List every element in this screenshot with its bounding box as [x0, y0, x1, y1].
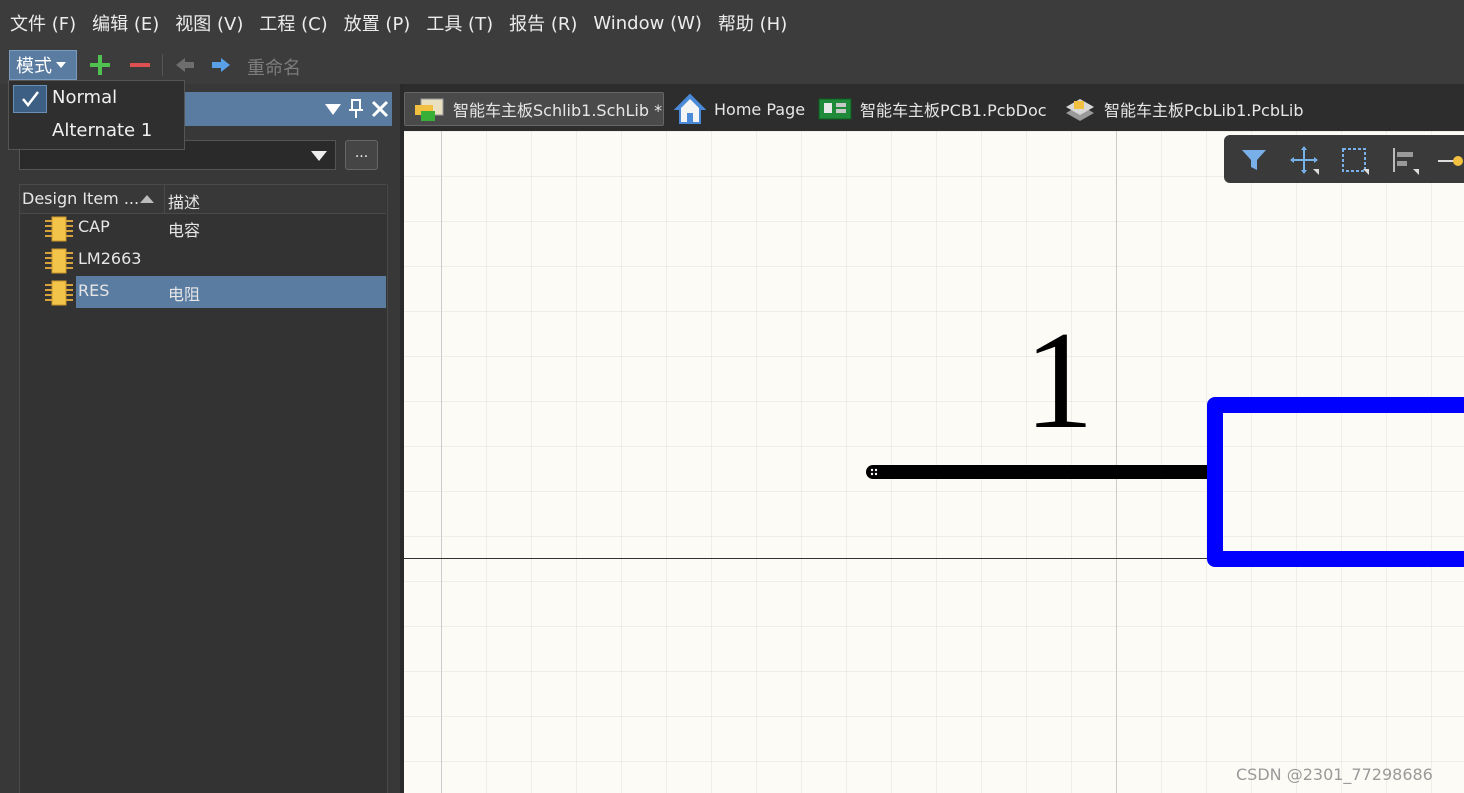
schematic-canvas[interactable]: 1 CSDN @2301_77298686: [404, 131, 1464, 793]
menu-tools[interactable]: 工具 (T): [426, 8, 493, 38]
tab-label: Home Page: [714, 99, 806, 119]
arrow-right-icon[interactable]: [208, 52, 234, 78]
column-header-design-item[interactable]: Design Item ...: [22, 189, 139, 208]
pin-icon[interactable]: [345, 98, 367, 120]
move-icon[interactable]: [1289, 145, 1319, 175]
menu-bar: 文件 (F) 编辑 (E) 视图 (V) 工程 (C) 放置 (P) 工具 (T…: [0, 0, 1464, 46]
toolbar: 模式 重命名: [0, 46, 1464, 84]
grid-axis-line: [441, 131, 442, 793]
item-description: 电容: [168, 221, 201, 240]
mode-label: 模式: [16, 56, 52, 77]
mode-dropdown-menu: Normal Alternate 1: [8, 80, 185, 150]
component-list: Design Item ... 描述 CAP 电容 LM2663 RES 电阻: [19, 184, 388, 793]
home-icon: [674, 93, 706, 124]
item-name: LM2663: [78, 249, 142, 268]
component-icon: [45, 248, 73, 274]
tab-label: 智能车主板Schlib1.SchLib *: [453, 101, 663, 120]
tab-home-page[interactable]: Home Page: [674, 92, 805, 126]
pcbdoc-icon: [818, 98, 852, 120]
list-item[interactable]: LM2663: [20, 244, 386, 276]
close-icon[interactable]: [369, 98, 391, 120]
caret-down-icon: [56, 62, 66, 68]
component-icon: [45, 280, 73, 306]
selection-highlight: [76, 276, 386, 308]
menu-file[interactable]: 文件 (F): [10, 8, 76, 38]
remove-mode-icon[interactable]: [127, 52, 153, 78]
schlib-icon: [415, 98, 444, 121]
check-icon: [22, 91, 39, 107]
add-mode-icon[interactable]: [87, 52, 113, 78]
checked-indicator: [13, 85, 47, 113]
menu-project[interactable]: 工程 (C): [259, 8, 327, 38]
panel-menu-icon[interactable]: [322, 98, 344, 120]
toolbar-separator: [162, 54, 163, 76]
tab-pcblib[interactable]: 智能车主板PcbLib1.PcbLib: [1064, 92, 1304, 126]
item-name: CAP: [78, 217, 110, 236]
origin-vertical-line: [1116, 131, 1117, 793]
menu-edit[interactable]: 编辑 (E): [92, 8, 159, 38]
menu-place[interactable]: 放置 (P): [344, 8, 411, 38]
list-item-selected[interactable]: RES 电阻: [20, 276, 386, 308]
watermark: CSDN @2301_77298686: [1236, 765, 1433, 784]
component-icon: [45, 216, 73, 242]
menu-window[interactable]: Window (W): [593, 11, 702, 36]
list-item[interactable]: CAP 电容: [20, 212, 386, 244]
sch-library-panel: ... Design Item ... 描述 CAP 电容 LM2663 RES…: [0, 84, 400, 793]
component-pin[interactable]: [866, 465, 1212, 479]
menu-reports[interactable]: 报告 (R): [509, 8, 577, 38]
component-body-rectangle[interactable]: [1207, 397, 1464, 567]
list-header: Design Item ... 描述: [20, 184, 386, 214]
chevron-down-icon[interactable]: [311, 151, 327, 161]
menu-item-alternate-1[interactable]: Alternate 1: [9, 115, 184, 147]
mode-dropdown-button[interactable]: 模式: [9, 50, 77, 80]
rename-button[interactable]: 重命名: [247, 54, 301, 80]
active-bar: [1224, 135, 1464, 183]
tab-pcbdoc[interactable]: 智能车主板PCB1.PcbDoc: [818, 92, 1047, 126]
column-separator[interactable]: [164, 185, 165, 213]
menu-item-label: Normal: [52, 87, 118, 108]
browse-button[interactable]: ...: [345, 140, 378, 170]
sort-ascending-icon[interactable]: [140, 195, 154, 203]
filter-icon[interactable]: [1239, 145, 1269, 175]
pin-hotspot-icon: [870, 468, 878, 476]
menu-item-normal[interactable]: Normal: [9, 82, 184, 114]
pin-number-label: 1: [1024, 303, 1094, 458]
document-tabs: 智能车主板Schlib1.SchLib * Home Page 智能车主板PCB…: [404, 88, 1464, 130]
select-rectangle-icon[interactable]: [1339, 145, 1369, 175]
arrow-left-icon[interactable]: [172, 52, 198, 78]
pcblib-icon: [1066, 99, 1094, 121]
tab-label: 智能车主板PcbLib1.PcbLib: [1104, 101, 1304, 120]
tab-schlib[interactable]: 智能车主板Schlib1.SchLib *: [404, 92, 664, 126]
column-header-description[interactable]: 描述: [168, 189, 200, 213]
menu-item-label: Alternate 1: [52, 120, 153, 141]
item-description: 电阻: [168, 285, 201, 304]
tab-label: 智能车主板PCB1.PcbDoc: [860, 101, 1047, 120]
menu-help[interactable]: 帮助 (H): [718, 8, 787, 38]
align-icon[interactable]: [1389, 145, 1419, 175]
place-pin-icon[interactable]: [1436, 145, 1464, 175]
menu-view[interactable]: 视图 (V): [175, 8, 243, 38]
item-name: RES: [78, 281, 110, 300]
